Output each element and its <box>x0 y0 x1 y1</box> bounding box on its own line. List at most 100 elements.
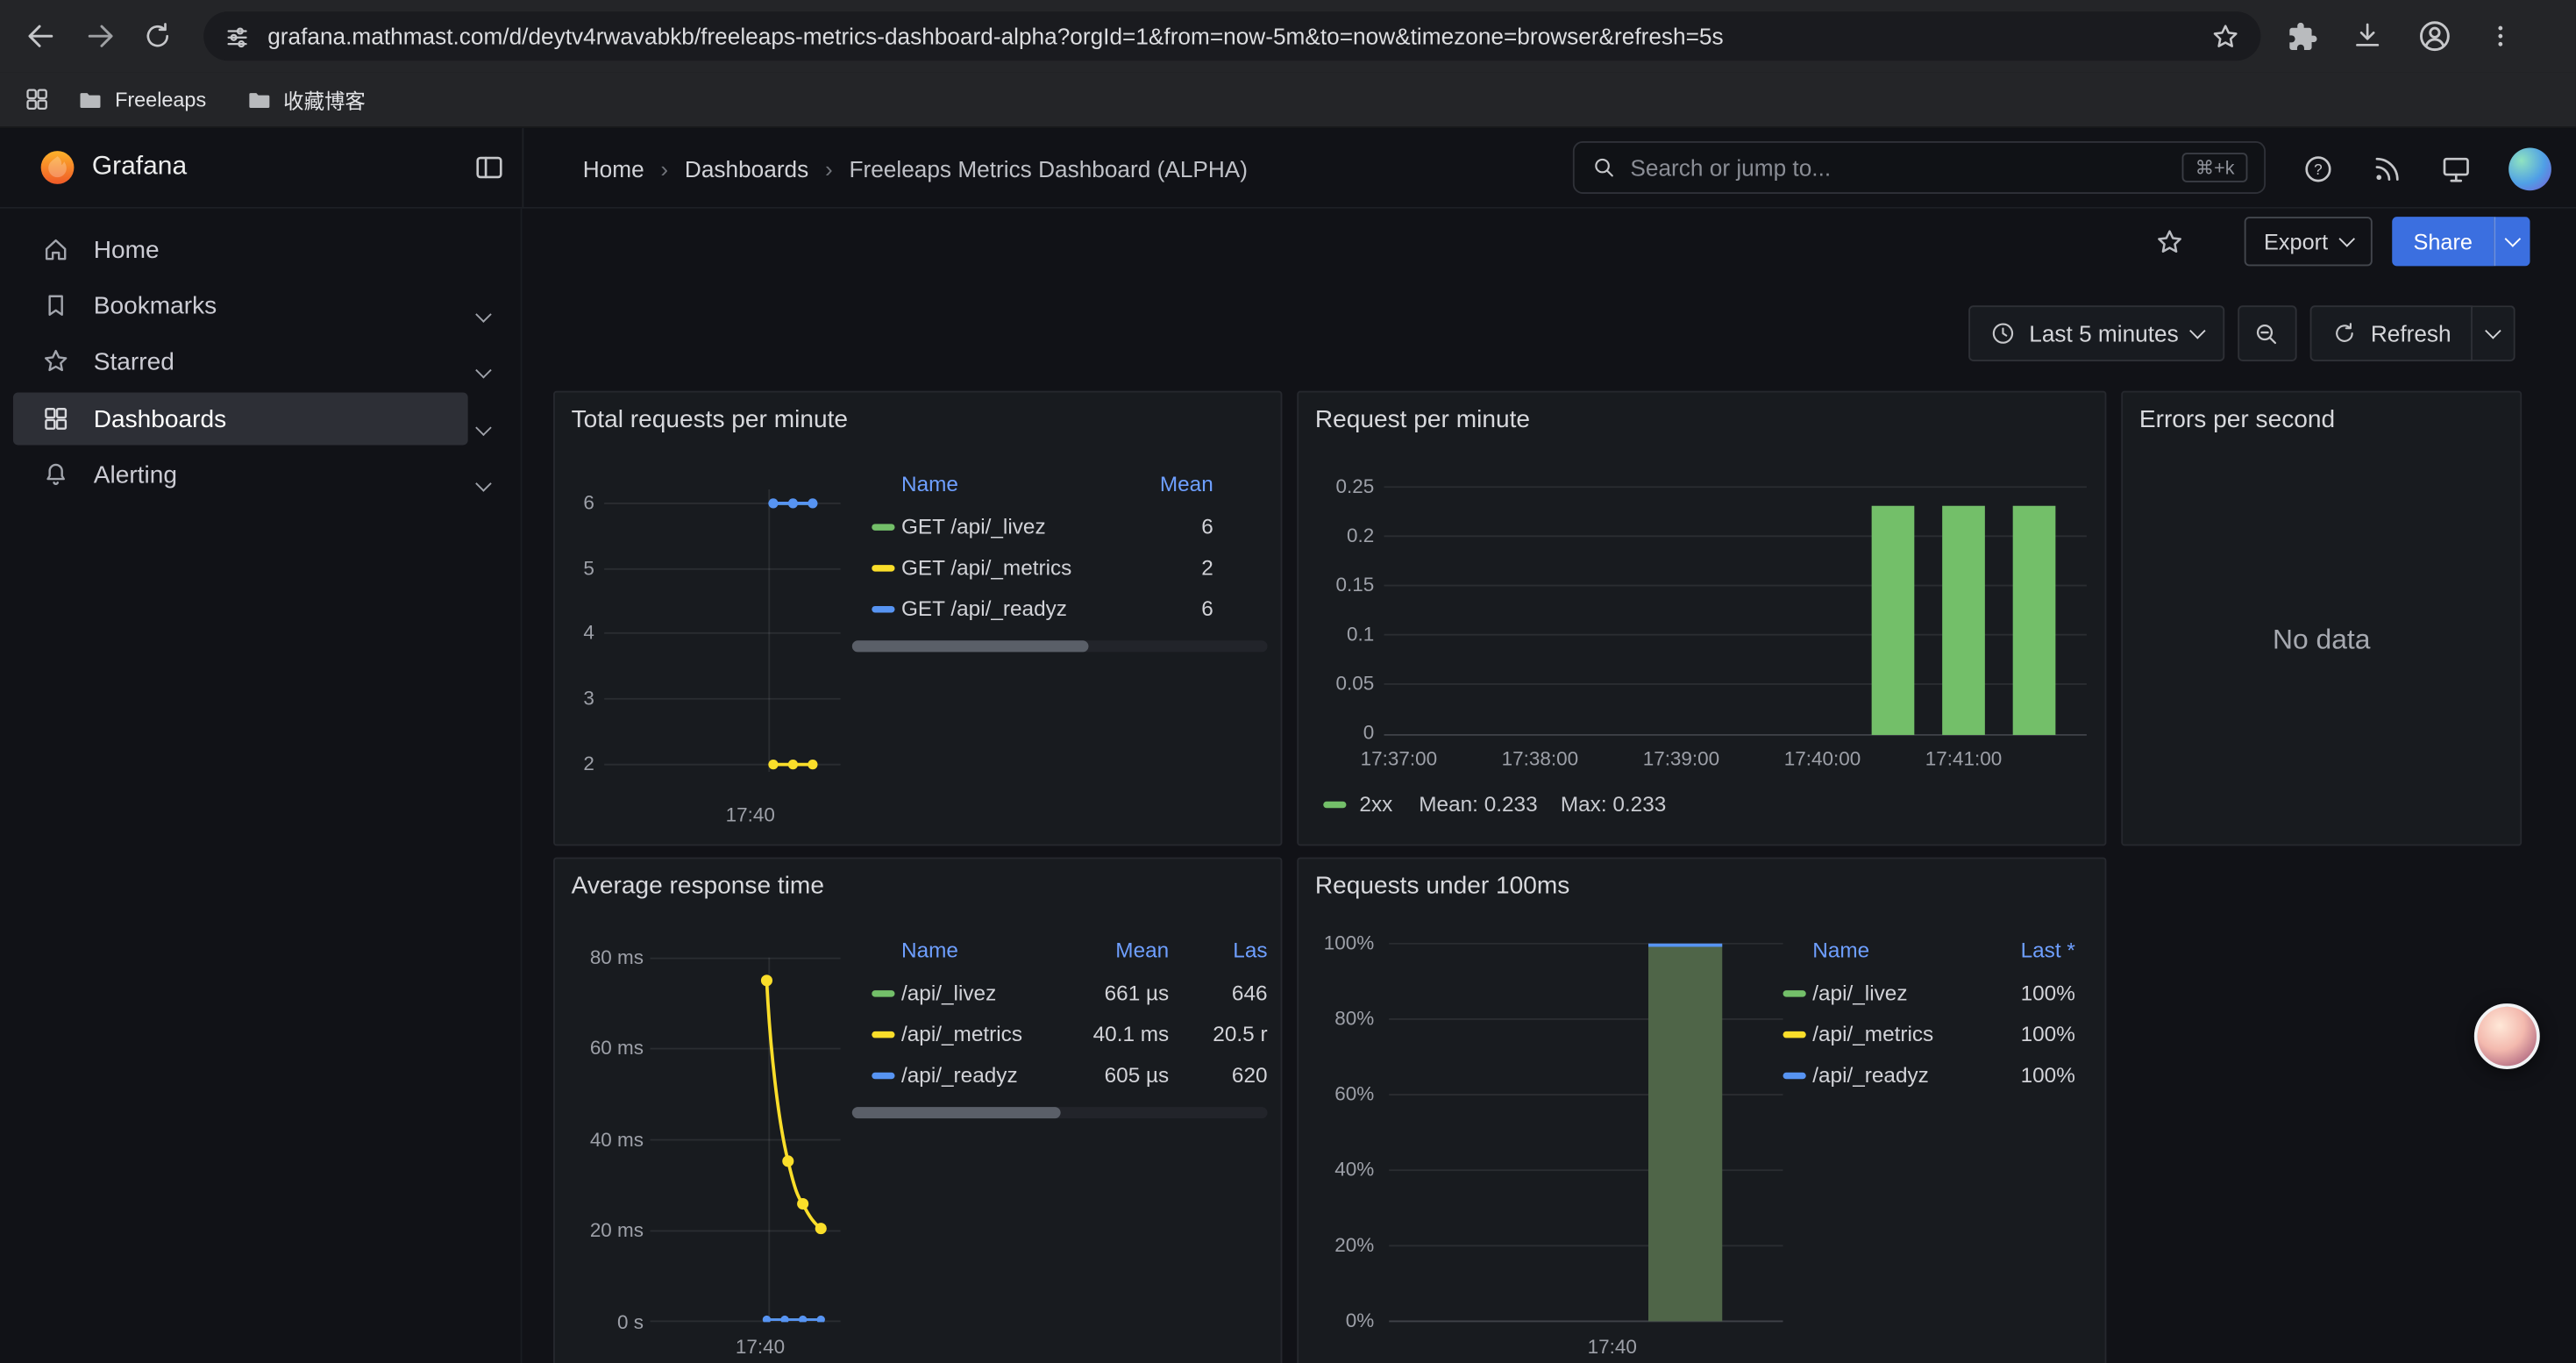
legend-header-last[interactable]: Las <box>1189 938 1268 962</box>
y-axis-tick: 40 ms <box>565 1127 644 1153</box>
share-dropdown-icon[interactable] <box>2494 217 2530 266</box>
panel-legend: Name Last * /api/_livez 100% /api/_metri… <box>1763 930 2092 1101</box>
profile-icon[interactable] <box>2416 18 2452 54</box>
legend-header-mean[interactable]: Mean <box>1160 471 1213 496</box>
chevron-down-icon[interactable] <box>478 299 489 329</box>
floating-assistant-avatar[interactable] <box>2474 1003 2540 1069</box>
user-avatar[interactable] <box>2508 147 2551 190</box>
url-text[interactable]: grafana.mathmast.com/d/deytv4rwavabkb/fr… <box>267 23 2193 49</box>
bar-chart <box>1384 486 2087 736</box>
share-button[interactable]: Share <box>2392 217 2494 266</box>
series-color-swatch <box>1783 989 1806 995</box>
y-axis-tick: 0% <box>1308 1308 1374 1334</box>
help-icon[interactable]: ? <box>2302 152 2334 184</box>
y-axis-tick: 0.15 <box>1308 572 1374 598</box>
downloads-icon[interactable] <box>2351 19 2383 52</box>
breadcrumb-dashboards[interactable]: Dashboards <box>685 155 808 182</box>
zoom-out-icon[interactable] <box>2238 305 2296 361</box>
refresh-interval-icon[interactable] <box>2473 305 2516 361</box>
panel-requests-under-100ms: Requests under 100ms 100% 80% 60% 40% 20… <box>1297 857 2106 1363</box>
time-range-picker[interactable]: Last 5 minutes <box>1968 305 2224 361</box>
legend-series-name[interactable]: /api/_readyz <box>901 1063 1018 1088</box>
series-color-swatch <box>872 1031 894 1037</box>
legend-series-mean: 6 <box>1201 514 1213 539</box>
legend-series-name[interactable]: GET /api/_metrics <box>901 555 1071 580</box>
legend-series-mean: 661 µs <box>1105 981 1170 1005</box>
legend-row: GET /api/_readyz 6 <box>852 588 1268 629</box>
display-icon[interactable] <box>2440 152 2473 184</box>
browser-menu-icon[interactable] <box>2486 21 2516 51</box>
legend-series-name[interactable]: 2xx <box>1359 792 1392 817</box>
search-bar[interactable]: ⌘+k <box>1573 141 2266 194</box>
legend-series-name[interactable]: /api/_metrics <box>1812 1022 1933 1046</box>
refresh-button[interactable]: Refresh <box>2310 305 2473 361</box>
refresh-label: Refresh <box>2371 320 2451 346</box>
legend-row: /api/_metrics 100% <box>1763 1013 2092 1054</box>
favorite-star-icon[interactable] <box>2154 225 2186 257</box>
legend-header-name[interactable]: Name <box>1812 938 1869 962</box>
legend-series-mean: 2 <box>1201 555 1213 580</box>
bookmark-star-icon[interactable] <box>2210 20 2241 52</box>
bookmark-folder-label[interactable]: Freeleaps <box>115 88 206 111</box>
chevron-down-icon <box>2189 322 2206 339</box>
plot-area[interactable] <box>1389 943 1783 1324</box>
plot-area[interactable] <box>1384 486 2087 736</box>
bookmark-folder[interactable]: Freeleaps <box>64 82 219 118</box>
panel-title[interactable]: Request per minute <box>1315 406 1530 434</box>
panel-title[interactable]: Total requests per minute <box>572 406 848 434</box>
plot-area[interactable] <box>604 489 841 772</box>
legend-header-name[interactable]: Name <box>901 471 958 496</box>
site-settings-icon[interactable] <box>224 22 252 50</box>
plot-area[interactable] <box>651 958 841 1323</box>
scrollbar-thumb[interactable] <box>852 640 1089 652</box>
reload-icon[interactable] <box>141 19 174 52</box>
legend-series-name[interactable]: /api/_livez <box>901 981 996 1005</box>
dashboards-grid-icon <box>41 404 71 434</box>
legend-series-name[interactable]: /api/_readyz <box>1812 1063 1929 1088</box>
legend-series-name[interactable]: /api/_livez <box>1812 981 1907 1005</box>
breadcrumb-home[interactable]: Home <box>583 155 644 182</box>
panel-title[interactable]: Requests under 100ms <box>1315 872 1569 900</box>
under-100ms-bar <box>1648 945 1722 1322</box>
chevron-down-icon[interactable] <box>478 468 489 498</box>
bookmark-icon <box>41 290 71 320</box>
timeseries-chart <box>604 489 841 772</box>
bookmark-folder-label[interactable]: 收藏博客 <box>283 83 366 115</box>
search-icon <box>1590 154 1617 181</box>
search-input[interactable] <box>1630 154 2168 181</box>
legend-series-name[interactable]: /api/_metrics <box>901 1022 1022 1046</box>
y-axis-tick: 20% <box>1308 1231 1374 1258</box>
scrollbar-thumb[interactable] <box>852 1107 1060 1118</box>
extensions-icon[interactable] <box>2287 20 2318 52</box>
url-bar[interactable]: grafana.mathmast.com/d/deytv4rwavabkb/fr… <box>203 11 2260 61</box>
bookmark-folder[interactable]: 收藏博客 <box>232 79 379 120</box>
export-button[interactable]: Export <box>2245 217 2373 266</box>
x-axis-tick: 17:40 <box>1563 1335 1662 1358</box>
sidebar-item-home[interactable]: Home <box>13 224 468 276</box>
panel-title[interactable]: Average response time <box>572 872 824 900</box>
legend-series-name[interactable]: GET /api/_livez <box>901 514 1046 539</box>
grafana-logo[interactable] <box>39 149 75 185</box>
legend-scrollbar[interactable] <box>852 1107 1268 1118</box>
news-rss-icon[interactable] <box>2371 152 2403 184</box>
apps-grid-icon[interactable] <box>23 85 51 113</box>
y-axis-tick: 3 <box>565 685 594 711</box>
sidebar-item-dashboards[interactable]: Dashboards <box>13 393 468 446</box>
legend-series-name[interactable]: GET /api/_readyz <box>901 596 1067 621</box>
chevron-down-icon[interactable] <box>478 354 489 384</box>
back-icon[interactable] <box>23 18 59 54</box>
sidebar-item-label: Dashboards <box>94 405 226 433</box>
breadcrumb-current: Freeleaps Metrics Dashboard (ALPHA) <box>849 155 1248 182</box>
chevron-down-icon[interactable] <box>478 412 489 442</box>
time-controls: Last 5 minutes Refresh <box>1968 305 2516 361</box>
legend-header-mean[interactable]: Mean <box>1115 938 1169 962</box>
forward-icon[interactable] <box>82 18 118 54</box>
sidebar-item-starred[interactable]: Starred <box>13 335 468 388</box>
sidebar-collapse-icon[interactable] <box>473 151 505 183</box>
sidebar-item-alerting[interactable]: Alerting <box>13 448 468 501</box>
svg-text:?: ? <box>2314 160 2323 177</box>
legend-header-name[interactable]: Name <box>901 938 958 962</box>
legend-header-last[interactable]: Last * <box>2021 938 2075 962</box>
legend-scrollbar[interactable] <box>852 640 1268 652</box>
sidebar-item-bookmarks[interactable]: Bookmarks <box>13 279 468 332</box>
